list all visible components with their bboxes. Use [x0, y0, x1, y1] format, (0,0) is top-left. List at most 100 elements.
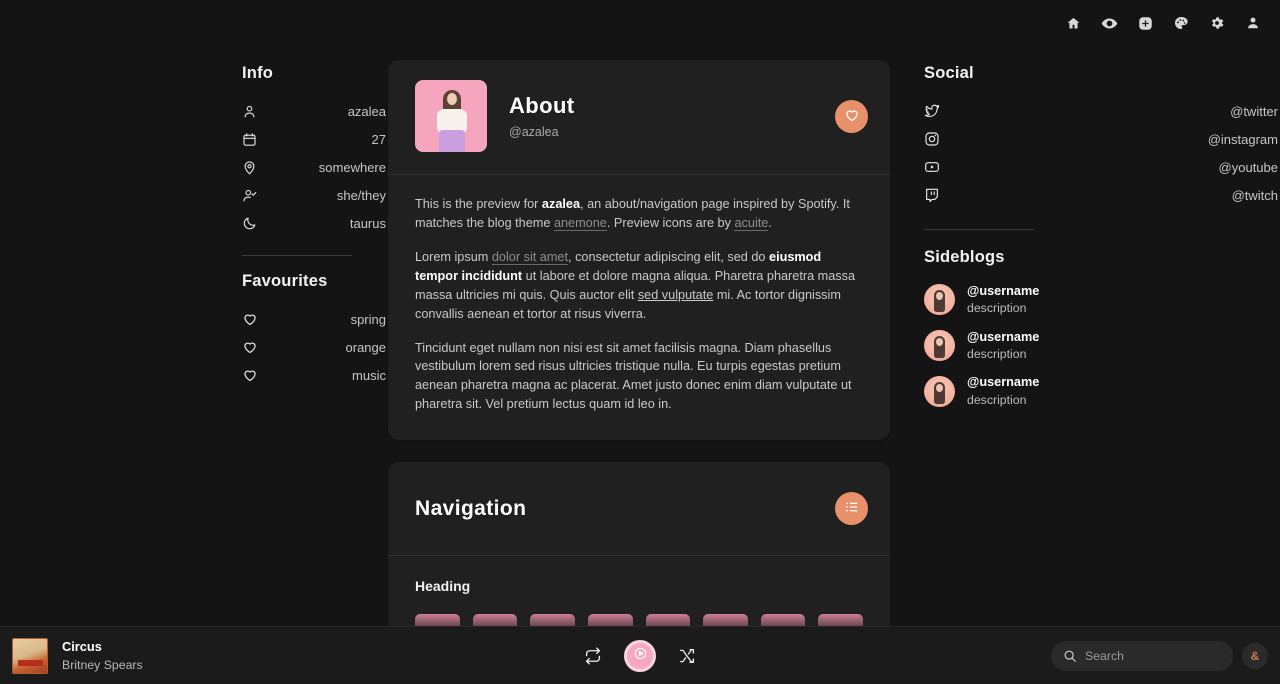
info-value: azalea — [347, 103, 386, 119]
text-fragment: This is the preview for — [415, 197, 542, 211]
about-paragraph-1: This is the preview for azalea, an about… — [415, 195, 864, 233]
track-title: Circus — [62, 639, 102, 654]
navigation-menu-button[interactable] — [835, 492, 868, 526]
social-row-youtube[interactable]: @youtube — [924, 153, 1280, 181]
search-input[interactable] — [1085, 648, 1221, 663]
sidebar-divider — [924, 229, 1034, 230]
favourite-row-spring[interactable]: spring — [242, 305, 388, 333]
play-button[interactable] — [624, 639, 656, 672]
search-area: & — [980, 640, 1280, 671]
now-playing-text: Circus Britney Spears — [48, 639, 143, 672]
sideblog-text: @username description — [955, 329, 1039, 363]
about-paragraph-2: Lorem ipsum dolor sit amet, consectetur … — [415, 248, 864, 324]
social-handle: @youtube — [1218, 159, 1278, 175]
sideblog-item[interactable]: @username description — [924, 374, 1280, 408]
about-card-titles: About @azalea — [487, 93, 835, 139]
text-fragment: , consectetur adipiscing elit, sed do — [568, 249, 770, 264]
text-fragment: . Preview icons are by — [606, 215, 735, 230]
sideblog-name: @username — [967, 375, 1040, 390]
person-icon[interactable] — [1240, 10, 1266, 36]
navigation-card-body: Heading — [388, 556, 890, 632]
repeat-icon[interactable] — [584, 646, 602, 665]
social-row-instagram[interactable]: @instagram — [924, 125, 1280, 153]
search-box[interactable] — [1051, 640, 1233, 671]
moon-icon — [242, 216, 268, 231]
favourite-row-music[interactable]: music — [242, 361, 388, 389]
about-card-body: This is the preview for azalea, an about… — [388, 175, 890, 440]
favourite-value: orange — [345, 339, 386, 355]
now-playing: Circus Britney Spears — [0, 637, 300, 674]
navigation-heading: Heading — [415, 578, 471, 595]
link-acuite[interactable]: acuite — [734, 215, 769, 231]
info-row-age: 27 — [242, 125, 388, 153]
sideblog-name: @username — [967, 329, 1040, 344]
link-anemone[interactable]: anemone — [553, 215, 607, 231]
calendar-icon — [242, 132, 268, 147]
like-button[interactable] — [835, 99, 868, 133]
sideblog-description: description — [967, 392, 1027, 407]
info-row-username: azalea — [242, 97, 388, 125]
gear-icon[interactable] — [1204, 10, 1230, 36]
navigation-card-header: Navigation — [388, 462, 890, 557]
instagram-icon — [924, 131, 950, 147]
about-card: About @azalea This is the preview for az… — [388, 60, 890, 441]
eye-icon[interactable] — [1096, 10, 1122, 36]
track-artist: Britney Spears — [62, 658, 143, 672]
favourites-title: Favourites — [242, 272, 328, 290]
main-content: About @azalea This is the preview for az… — [388, 46, 890, 632]
info-value: somewhere — [318, 159, 386, 175]
about-card-header: About @azalea — [388, 60, 890, 175]
sidebar-divider — [242, 255, 352, 256]
shuffle-icon[interactable] — [678, 647, 696, 665]
right-sidebar: Social @twitter @instagram @youtube @twi… — [924, 46, 1280, 632]
info-row-zodiac: taurus — [242, 209, 388, 237]
sideblog-text: @username description — [955, 374, 1039, 408]
heart-icon — [844, 107, 860, 126]
avatar — [924, 284, 955, 316]
about-paragraph-3: Tincidunt eget nullam non nisi est sit a… — [415, 340, 852, 412]
credit-button[interactable]: & — [1242, 642, 1268, 669]
text-fragment: Lorem ipsum — [415, 249, 492, 264]
page-title: About — [509, 93, 575, 118]
page-grid: Info azalea 27 somewhere she/they taurus… — [0, 46, 1280, 632]
social-handle: @instagram — [1207, 131, 1278, 147]
sideblog-name: @username — [967, 284, 1040, 298]
palette-icon[interactable] — [1168, 10, 1194, 36]
heart-icon — [242, 339, 268, 355]
player-controls — [300, 639, 980, 672]
sideblog-item[interactable]: @username description — [924, 283, 1280, 317]
link-dolor-sit-amet[interactable]: dolor sit amet — [491, 249, 569, 265]
sideblogs-title: Sideblogs — [924, 248, 1005, 266]
info-value: taurus — [349, 215, 386, 231]
twitch-icon — [924, 187, 950, 203]
home-icon[interactable] — [1060, 10, 1086, 36]
avatar — [415, 80, 487, 152]
avatar — [924, 330, 955, 362]
list-icon — [844, 499, 860, 518]
info-title: Info — [242, 64, 274, 82]
favourite-value: spring — [350, 311, 386, 327]
twitter-icon — [924, 103, 950, 119]
person-check-icon — [242, 188, 268, 203]
top-icon-bar — [0, 0, 1280, 46]
sideblog-description: description — [967, 301, 1027, 316]
heart-icon — [242, 367, 268, 383]
sideblog-description: description — [967, 346, 1027, 361]
info-value: 27 — [371, 131, 386, 147]
favourite-row-orange[interactable]: orange — [242, 333, 388, 361]
social-row-twitter[interactable]: @twitter — [924, 97, 1280, 125]
play-icon — [634, 647, 647, 665]
plus-circle-icon[interactable] — [1132, 10, 1158, 36]
social-handle: @twitter — [1230, 103, 1278, 119]
info-row-pronouns: she/they — [242, 181, 388, 209]
link-sed-vulputate[interactable]: sed vulputate — [638, 288, 713, 302]
left-sidebar: Info azalea 27 somewhere she/they taurus… — [242, 46, 388, 632]
heart-icon — [242, 311, 268, 327]
favourite-value: music — [352, 367, 386, 383]
sideblog-item[interactable]: @username description — [924, 329, 1280, 363]
social-row-twitch[interactable]: @twitch — [924, 181, 1280, 209]
avatar — [924, 375, 955, 407]
navigation-title: Navigation — [415, 496, 527, 520]
social-handle: @twitch — [1231, 187, 1278, 203]
youtube-icon — [924, 159, 950, 175]
